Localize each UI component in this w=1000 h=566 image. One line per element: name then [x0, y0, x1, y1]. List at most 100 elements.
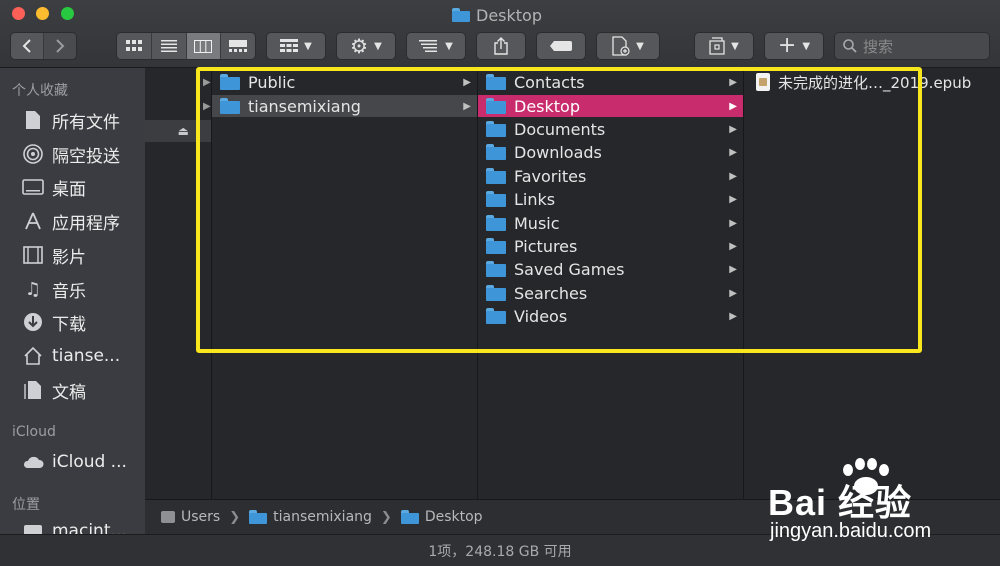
folder-row-tiansemixiang[interactable]: ▶ tiansemixiang ▶: [203, 95, 477, 117]
chevron-right-icon: ▶: [729, 170, 737, 182]
path-bar: Users ❯ tiansemixiang ❯ Desktop: [145, 499, 1000, 534]
column-root: ⏏: [145, 68, 212, 499]
arrange-button[interactable]: ▼: [406, 32, 466, 60]
chevron-right-icon: ▶: [463, 100, 471, 112]
folder-name: Documents: [514, 119, 606, 139]
folder-row-contacts[interactable]: Contacts ▶: [478, 71, 743, 93]
file-row-epub[interactable]: 未完成的进化…_2019.epub: [744, 71, 1000, 93]
chevron-right-icon: ▶: [729, 240, 737, 252]
folder-row-saved-games[interactable]: Saved Games ▶: [478, 258, 743, 280]
folder-row-favorites[interactable]: Favorites ▶: [478, 165, 743, 187]
sidebar-item-label: 应用程序: [52, 213, 120, 234]
archive-icon: [709, 37, 725, 55]
folder-icon: [486, 144, 506, 160]
sidebar-item-applications[interactable]: 应用程序: [22, 206, 120, 236]
folder-icon: [249, 510, 268, 524]
sidebar-item-desktop[interactable]: 桌面: [22, 172, 86, 202]
folder-icon: [486, 238, 506, 254]
folder-row-public[interactable]: ▶ Public ▶: [203, 71, 477, 93]
path-segment-desktop[interactable]: Desktop: [425, 509, 483, 525]
sidebar-item-downloads[interactable]: 下载: [22, 307, 86, 337]
group-grid-icon: [280, 39, 299, 52]
column-view-button[interactable]: [186, 33, 222, 59]
new-document-icon: [612, 36, 630, 56]
chevron-right-icon: ❯: [229, 509, 241, 525]
folder-name: Saved Games: [514, 259, 625, 279]
forward-button[interactable]: [44, 33, 76, 59]
plus-icon: +: [777, 33, 797, 58]
folder-icon: [400, 510, 419, 524]
chevron-down-icon: ▼: [636, 40, 644, 52]
folder-icon: [486, 98, 506, 114]
column-home: Contacts ▶ Desktop ▶ Documents ▶ Downloa…: [478, 68, 744, 499]
gallery-icon: [229, 40, 248, 52]
folder-row-searches[interactable]: Searches ▶: [478, 282, 743, 304]
applications-icon: [22, 210, 44, 232]
archive-button[interactable]: ▼: [694, 32, 754, 60]
disk-icon: [22, 520, 44, 534]
sidebar-item-airdrop[interactable]: 隔空投送: [22, 139, 120, 169]
gear-icon: ⚙: [350, 34, 369, 58]
folder-row-desktop[interactable]: Desktop ▶: [478, 95, 743, 117]
folder-row-music[interactable]: Music ▶: [478, 212, 743, 234]
folder-icon: [486, 121, 506, 137]
back-button[interactable]: [11, 33, 44, 59]
path-segment-users[interactable]: Users: [181, 509, 220, 525]
path-segment-home[interactable]: tiansemixiang: [273, 509, 372, 525]
folder-name: Desktop: [514, 96, 580, 116]
view-mode-control: [116, 32, 256, 60]
folder-name: Videos: [514, 306, 568, 326]
tag-icon: [550, 41, 572, 51]
folder-row-downloads[interactable]: Downloads ▶: [478, 141, 743, 163]
folder-row-videos[interactable]: Videos ▶: [478, 305, 743, 327]
eject-icon[interactable]: ⏏: [178, 124, 189, 138]
eject-row[interactable]: ⏏: [145, 120, 211, 142]
toolbar: Desktop ▼ ⚙ ▼ ▼ ▼ ▼ + ▼ 搜索: [0, 0, 1000, 68]
folder-icon: [486, 168, 506, 184]
share-button[interactable]: [476, 32, 526, 60]
sidebar-item-icloud-drive[interactable]: iCloud ...: [22, 447, 127, 477]
folder-name: Downloads: [514, 142, 602, 162]
chevron-down-icon: ▼: [445, 40, 453, 52]
search-field[interactable]: 搜索: [834, 32, 990, 60]
add-button[interactable]: + ▼: [764, 32, 824, 60]
sidebar-item-label: 下载: [52, 314, 86, 335]
sidebar-item-macintosh-hd[interactable]: macint...: [22, 516, 127, 534]
music-icon: ♫: [24, 278, 42, 300]
chevron-right-icon: ▶: [729, 123, 737, 135]
folder-row-links[interactable]: Links ▶: [478, 188, 743, 210]
sidebar-item-label: 所有文件: [52, 112, 120, 133]
downloads-icon: [22, 311, 44, 333]
sidebar-item-all-files[interactable]: 所有文件: [22, 105, 120, 135]
sidebar-item-documents[interactable]: 文稿: [22, 375, 86, 405]
folder-icon: [486, 191, 506, 207]
folder-name: Favorites: [514, 166, 587, 186]
sidebar-item-music[interactable]: ♫ 音乐: [22, 274, 86, 304]
file-name: 未完成的进化…_2019.epub: [778, 73, 972, 92]
group-button[interactable]: ▼: [266, 32, 326, 60]
finder-window: Desktop ▼ ⚙ ▼ ▼ ▼ ▼ + ▼ 搜索 个人收藏 所有文件 隔空投…: [0, 0, 1000, 566]
folder-row-pictures[interactable]: Pictures ▶: [478, 235, 743, 257]
chevron-right-icon: ▶: [729, 263, 737, 275]
sidebar-item-home[interactable]: tianse...: [22, 341, 120, 371]
disk-icon: [161, 511, 175, 523]
folder-name: Music: [514, 213, 560, 233]
chevron-right-icon: [56, 39, 65, 53]
sidebar-item-label: tianse...: [52, 346, 121, 366]
folder-icon: [486, 215, 506, 231]
sidebar-item-movies[interactable]: 影片: [22, 240, 86, 270]
chevron-right-icon: ▶: [729, 217, 737, 229]
list-view-button[interactable]: [151, 33, 187, 59]
new-file-button[interactable]: ▼: [596, 32, 660, 60]
chevron-right-icon: ▶: [729, 76, 737, 88]
folder-row-documents[interactable]: Documents ▶: [478, 118, 743, 140]
minimize-window-button[interactable]: [36, 7, 49, 20]
chevron-right-icon: ▶: [463, 76, 471, 88]
zoom-window-button[interactable]: [61, 7, 74, 20]
close-window-button[interactable]: [12, 7, 25, 20]
action-button[interactable]: ⚙ ▼: [336, 32, 396, 60]
gallery-view-button[interactable]: [221, 33, 255, 59]
tags-button[interactable]: [536, 32, 586, 60]
icon-view-button[interactable]: [117, 33, 152, 59]
disclosure-arrow-icon: ▶: [203, 76, 211, 88]
